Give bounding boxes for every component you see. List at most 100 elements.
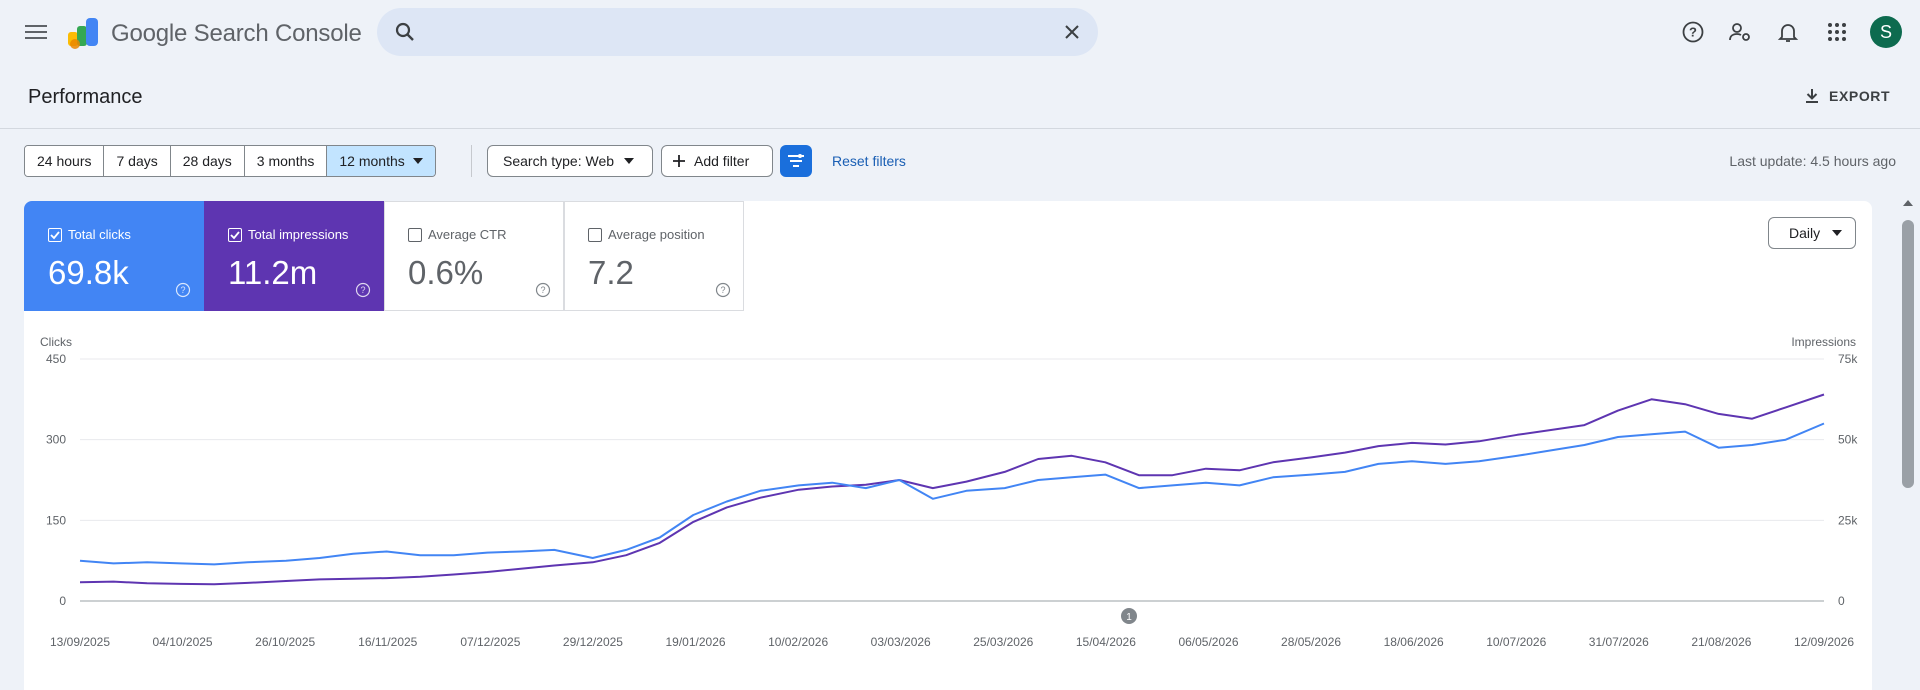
- y-tick-label-right: 0: [1838, 594, 1845, 608]
- date-range-selector: 24 hours 7 days 28 days 3 months 12 mont…: [24, 145, 436, 177]
- filter-separator: [471, 145, 472, 177]
- metric-value: 69.8k: [48, 254, 129, 291]
- y-tick-label-left: 300: [46, 433, 66, 447]
- checkbox-unchecked-icon[interactable]: [588, 228, 602, 242]
- metric-value: 11.2m: [228, 254, 318, 291]
- help-icon[interactable]: ?: [1679, 18, 1707, 46]
- search-bar[interactable]: [377, 8, 1098, 56]
- x-tick-label: 12/09/2026: [1794, 635, 1854, 649]
- help-icon[interactable]: ?: [535, 282, 551, 298]
- search-input[interactable]: [433, 18, 1013, 46]
- help-icon[interactable]: ?: [715, 282, 731, 298]
- avatar[interactable]: S: [1870, 16, 1902, 48]
- x-tick-label: 10/02/2026: [768, 635, 828, 649]
- range-24-hours[interactable]: 24 hours: [25, 146, 105, 176]
- x-tick-label: 06/05/2026: [1178, 635, 1238, 649]
- metric-total-impressions[interactable]: Total impressions 11.2m ?: [204, 201, 384, 311]
- range-28-days[interactable]: 28 days: [170, 146, 245, 176]
- range-12-months-label: 12 months: [339, 153, 405, 169]
- x-tick-label: 16/11/2025: [358, 635, 417, 649]
- checkbox-checked-icon[interactable]: [48, 228, 62, 242]
- header-divider: [0, 128, 1920, 129]
- checkbox-unchecked-icon[interactable]: [408, 228, 422, 242]
- metric-average-position[interactable]: Average position 7.2 ?: [564, 201, 744, 311]
- apps-icon[interactable]: [1823, 18, 1851, 46]
- scrollbar-thumb[interactable]: [1902, 220, 1914, 488]
- range-12-months[interactable]: 12 months: [327, 146, 435, 176]
- x-tick-label: 03/03/2026: [871, 635, 931, 649]
- add-filter-button[interactable]: Add filter: [661, 145, 773, 177]
- chevron-down-icon: [412, 158, 423, 164]
- plus-icon: [673, 155, 685, 167]
- page-title: Performance: [28, 86, 143, 108]
- reset-filters-link[interactable]: Reset filters: [832, 153, 906, 169]
- x-tick-label: 10/07/2026: [1486, 635, 1546, 649]
- metric-label: Average position: [608, 227, 705, 242]
- x-tick-label: 15/04/2026: [1076, 635, 1136, 649]
- metric-total-clicks[interactable]: Total clicks 69.8k ?: [24, 201, 204, 311]
- notifications-icon[interactable]: [1774, 18, 1802, 46]
- app-title[interactable]: Google Search Console: [111, 20, 362, 48]
- checkbox-checked-icon[interactable]: [228, 228, 242, 242]
- range-3-months[interactable]: 3 months: [244, 146, 328, 176]
- export-label: EXPORT: [1829, 88, 1891, 104]
- close-icon[interactable]: [1060, 20, 1084, 44]
- y-tick-label-right: 75k: [1838, 352, 1858, 366]
- search-console-logo-icon[interactable]: [66, 14, 102, 50]
- metric-label: Total impressions: [248, 227, 349, 242]
- x-tick-label: 25/03/2026: [973, 635, 1033, 649]
- metric-label: Total clicks: [68, 227, 131, 242]
- svg-text:?: ?: [180, 285, 185, 295]
- metric-value: 0.6%: [408, 254, 484, 291]
- chevron-down-icon: [624, 158, 635, 164]
- y-tick-label-left: 150: [46, 513, 66, 527]
- help-icon[interactable]: ?: [355, 282, 371, 298]
- x-tick-label: 07/12/2025: [460, 635, 520, 649]
- x-tick-label: 13/09/2025: [50, 635, 110, 649]
- svg-text:?: ?: [540, 285, 545, 295]
- y-axis-label-clicks: Clicks: [40, 335, 72, 349]
- metric-value: 7.2: [588, 254, 634, 291]
- y-tick-label-right: 25k: [1838, 513, 1858, 527]
- x-tick-label: 26/10/2025: [255, 635, 315, 649]
- x-tick-label: 19/01/2026: [665, 635, 725, 649]
- search-type-dropdown[interactable]: Search type: Web: [487, 145, 653, 177]
- filter-list-icon: [788, 154, 804, 167]
- x-tick-label: 29/12/2025: [563, 635, 623, 649]
- y-tick-label-right: 50k: [1838, 433, 1858, 447]
- y-axis-label-impressions: Impressions: [1791, 335, 1856, 349]
- add-filter-label: Add filter: [694, 153, 750, 169]
- filter-settings-button[interactable]: [780, 145, 812, 177]
- menu-icon[interactable]: [18, 14, 54, 50]
- search-icon[interactable]: [393, 20, 417, 44]
- granularity-dropdown[interactable]: Daily: [1768, 217, 1856, 249]
- search-type-label: Search type: Web: [503, 153, 615, 169]
- manage-users-icon[interactable]: [1726, 18, 1754, 46]
- help-icon[interactable]: ?: [175, 282, 191, 298]
- x-tick-label: 31/07/2026: [1589, 635, 1649, 649]
- y-tick-label-left: 450: [46, 352, 66, 366]
- metric-average-ctr[interactable]: Average CTR 0.6% ?: [384, 201, 564, 311]
- svg-text:?: ?: [360, 285, 365, 295]
- x-tick-label: 21/08/2026: [1691, 635, 1751, 649]
- series-line-clicks[interactable]: [79, 422, 1825, 566]
- annotation-badge-text: 1: [1126, 612, 1132, 623]
- scroll-up-arrow-icon[interactable]: [1900, 196, 1916, 210]
- range-7-days[interactable]: 7 days: [104, 146, 171, 176]
- performance-card: Total clicks 69.8k ? Total impressions 1…: [24, 201, 1872, 690]
- top-app-bar: Google Search Console ? S: [0, 0, 1920, 64]
- annotation-marker[interactable]: 1: [1121, 608, 1137, 624]
- svg-text:?: ?: [1689, 25, 1697, 40]
- metric-label: Average CTR: [428, 227, 507, 242]
- y-tick-label-left: 0: [59, 594, 66, 608]
- download-icon: [1806, 89, 1818, 103]
- performance-chart[interactable]: Clicks Impressions 450 300 150 0 75k 50k 25k 0…: [24, 321, 1872, 651]
- x-tick-label: 28/05/2026: [1281, 635, 1341, 649]
- granularity-label: Daily: [1789, 225, 1821, 241]
- last-update-text: Last update: 4.5 hours ago: [1729, 153, 1896, 169]
- x-tick-label: 18/06/2026: [1384, 635, 1444, 649]
- export-button[interactable]: EXPORT: [1803, 84, 1890, 108]
- chevron-down-icon: [1832, 230, 1843, 236]
- svg-text:?: ?: [720, 285, 725, 295]
- x-tick-label: 04/10/2025: [153, 635, 213, 649]
